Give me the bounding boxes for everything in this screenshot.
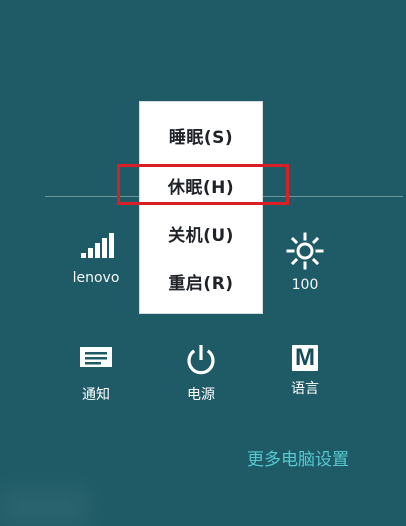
notifications-button[interactable]: 通知 xyxy=(54,341,138,403)
brightness-value: 100 xyxy=(291,277,319,293)
m-icon: M xyxy=(292,345,318,371)
shutdown-menu-item[interactable]: 关机(U) xyxy=(139,213,263,253)
network-name: lenovo xyxy=(72,270,120,286)
network-status[interactable]: lenovo xyxy=(54,232,138,286)
power-label: 电源 xyxy=(187,387,215,403)
sleep-menu-item[interactable]: 睡眠(S) xyxy=(139,115,263,155)
keyboard-icon xyxy=(80,347,112,367)
signal-bars-icon xyxy=(79,232,114,258)
sun-icon xyxy=(286,232,324,270)
language-label: 语言 xyxy=(291,381,319,397)
more-settings-link[interactable]: 更多电脑设置 xyxy=(247,450,349,470)
power-button[interactable]: 电源 xyxy=(159,341,243,403)
power-icon xyxy=(187,345,215,375)
notifications-label: 通知 xyxy=(82,387,110,403)
hibernate-menu-item[interactable]: 休眠(H) xyxy=(139,165,263,205)
restart-menu-item[interactable]: 重启(R) xyxy=(139,261,263,301)
brightness-status[interactable]: 100 xyxy=(263,232,347,293)
bottom-left-fade xyxy=(0,488,90,526)
language-button[interactable]: M 语言 xyxy=(263,341,347,398)
